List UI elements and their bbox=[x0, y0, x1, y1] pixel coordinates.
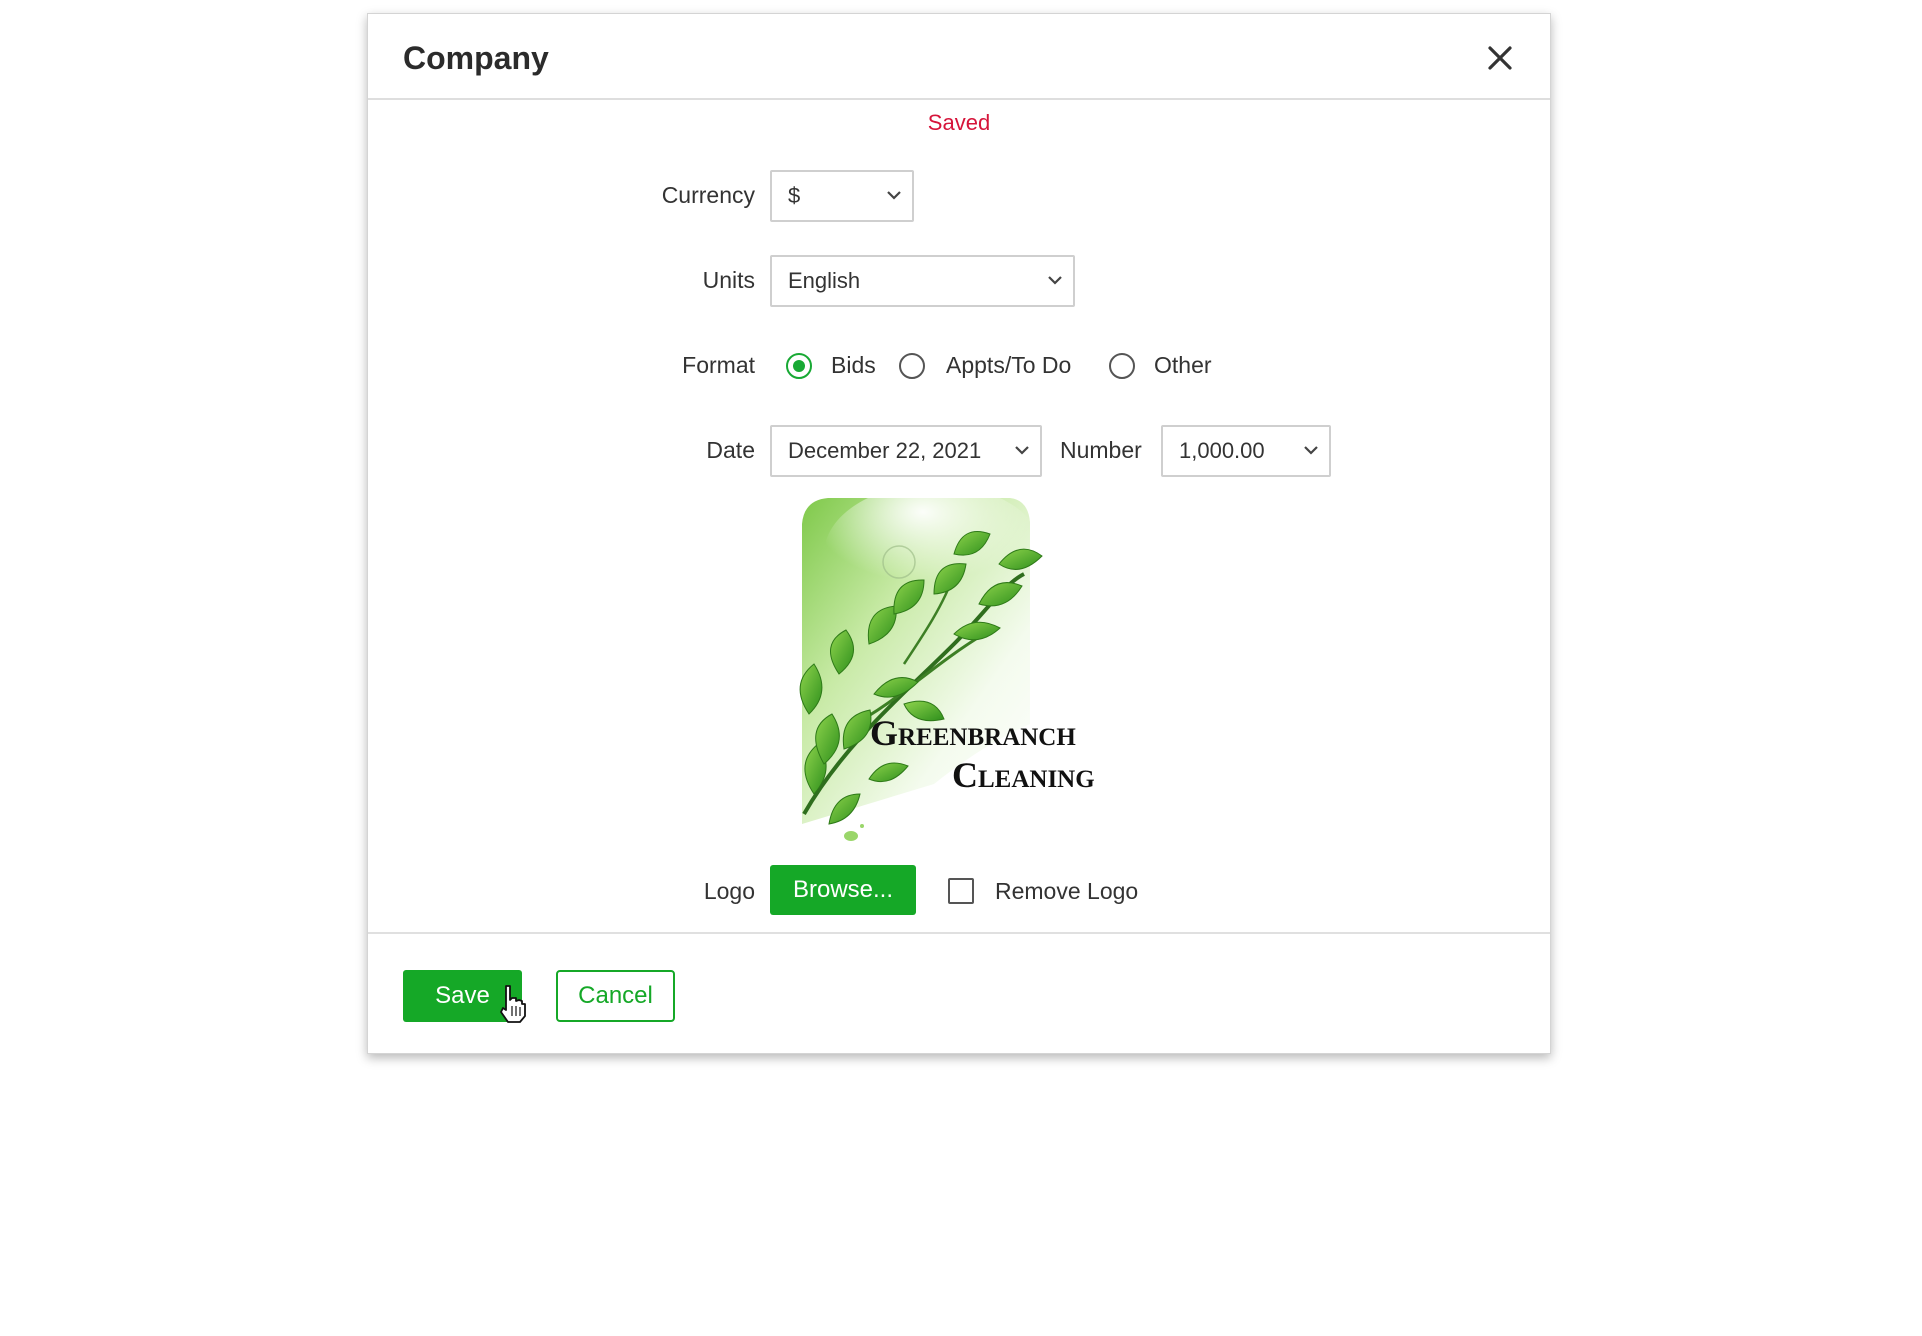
date-format-value: December 22, 2021 bbox=[788, 438, 982, 463]
format-option-other-label[interactable]: Other bbox=[1154, 352, 1212, 379]
units-select[interactable]: English bbox=[770, 255, 1075, 307]
date-label: Date bbox=[706, 437, 755, 463]
format-radio-bids[interactable] bbox=[786, 353, 812, 379]
remove-logo-checkbox[interactable] bbox=[948, 878, 974, 904]
logo-label: Logo bbox=[703, 878, 755, 904]
currency-select[interactable]: $ bbox=[770, 170, 914, 222]
close-button[interactable] bbox=[1480, 38, 1520, 78]
units-label: Units bbox=[702, 267, 755, 293]
units-value: English bbox=[788, 268, 861, 293]
format-label: Format bbox=[682, 352, 755, 378]
logo-brand-line-1: Greenbranch bbox=[870, 713, 1076, 753]
format-option-bids-label[interactable]: Bids bbox=[831, 352, 876, 379]
chevron-down-icon bbox=[887, 191, 901, 200]
dialog-header: Company bbox=[368, 14, 1550, 100]
leaf-branch-logo-graphic bbox=[799, 484, 1044, 841]
number-format-value: 1,000.00 bbox=[1179, 438, 1265, 463]
chevron-down-icon bbox=[1015, 446, 1029, 455]
format-option-appts-label[interactable]: Appts/To Do bbox=[946, 352, 1071, 379]
save-status-message: Saved bbox=[927, 110, 991, 135]
footer-divider bbox=[368, 932, 1550, 934]
radio-selected-dot bbox=[793, 360, 805, 372]
cancel-button[interactable]: Cancel bbox=[556, 970, 675, 1022]
format-radio-other[interactable] bbox=[1109, 353, 1135, 379]
number-format-select[interactable]: 1,000.00 bbox=[1161, 425, 1331, 477]
chevron-down-icon bbox=[1048, 276, 1062, 285]
currency-value: $ bbox=[788, 183, 801, 208]
hand-pointer-cursor-icon bbox=[500, 985, 526, 1023]
browse-logo-button[interactable]: Browse... bbox=[770, 865, 916, 915]
chevron-down-icon bbox=[1304, 446, 1318, 455]
date-format-select[interactable]: December 22, 2021 bbox=[770, 425, 1042, 477]
dialog-title: Company bbox=[403, 40, 549, 76]
close-icon bbox=[1488, 46, 1512, 70]
remove-logo-label[interactable]: Remove Logo bbox=[995, 878, 1138, 905]
logo-brand-line-2: Cleaning bbox=[952, 755, 1095, 795]
company-dialog: Company Saved Currency $ Units English F… bbox=[367, 13, 1551, 1054]
currency-label: Currency bbox=[661, 182, 755, 208]
company-logo-preview: Greenbranch Cleaning bbox=[784, 484, 1144, 850]
number-label: Number bbox=[1060, 437, 1142, 463]
format-radio-appts[interactable] bbox=[899, 353, 925, 379]
